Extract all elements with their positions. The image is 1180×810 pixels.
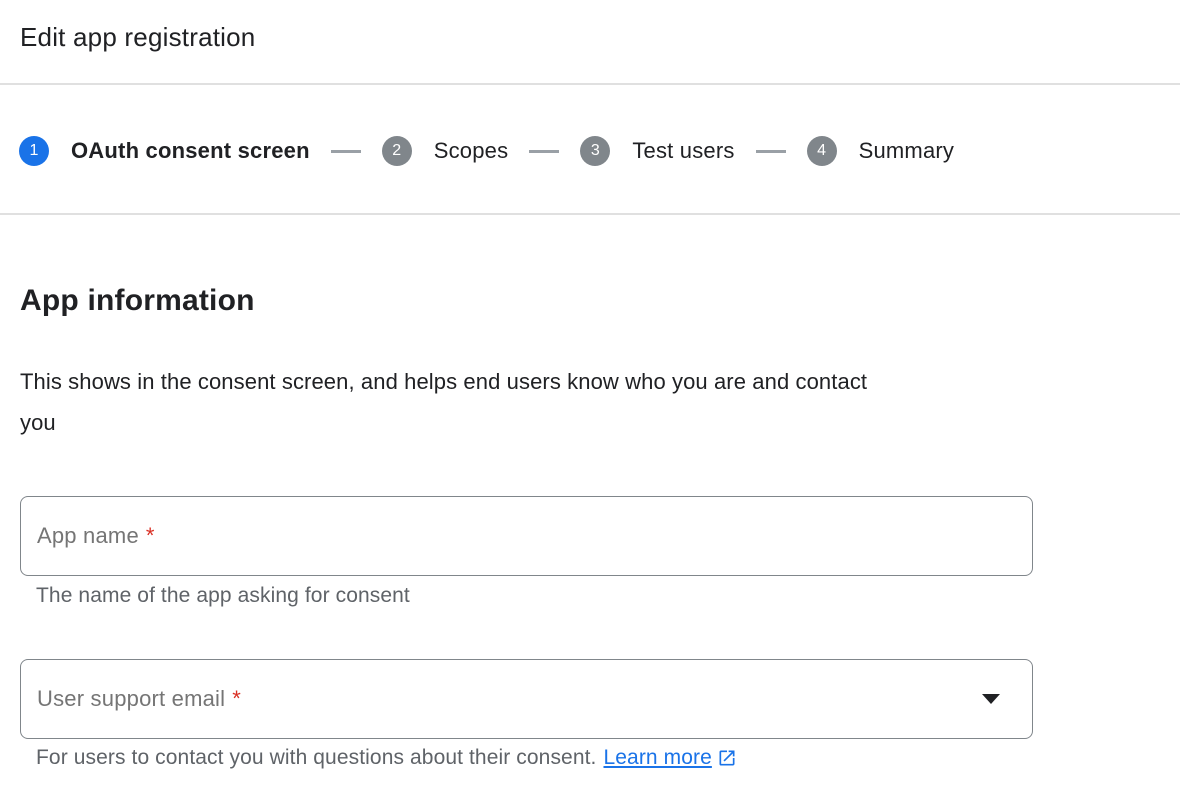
app-name-helper-text: The name of the app asking for consent bbox=[36, 584, 410, 608]
app-name-label: App name bbox=[37, 523, 139, 549]
dropdown-arrow-icon[interactable] bbox=[982, 694, 1000, 704]
section-description-line: This shows in the consent screen, and he… bbox=[20, 361, 867, 402]
required-asterisk: * bbox=[146, 523, 155, 549]
external-link-icon bbox=[717, 748, 737, 768]
user-support-email-select[interactable]: User support email * bbox=[20, 659, 1033, 739]
step-4-label: Summary bbox=[859, 138, 955, 164]
section-description: This shows in the consent screen, and he… bbox=[20, 361, 867, 443]
wizard-stepper: 1 OAuth consent screen 2 Scopes 3 Test u… bbox=[19, 135, 954, 167]
step-1-label: OAuth consent screen bbox=[71, 138, 310, 164]
step-3-label: Test users bbox=[632, 138, 734, 164]
app-name-input[interactable]: App name * bbox=[20, 496, 1033, 576]
step-summary[interactable]: 4 Summary bbox=[807, 136, 955, 166]
user-support-email-helper: For users to contact you with questions … bbox=[36, 746, 737, 770]
step-scopes[interactable]: 2 Scopes bbox=[382, 136, 509, 166]
step-3-circle: 3 bbox=[580, 136, 610, 166]
learn-more-link[interactable]: Learn more bbox=[603, 746, 711, 770]
section-heading: App information bbox=[20, 284, 255, 318]
user-support-email-helper-text: For users to contact you with questions … bbox=[36, 746, 596, 770]
step-connector bbox=[756, 150, 786, 153]
page-title: Edit app registration bbox=[20, 22, 255, 53]
step-test-users[interactable]: 3 Test users bbox=[580, 136, 734, 166]
step-1-circle: 1 bbox=[19, 136, 49, 166]
step-connector bbox=[331, 150, 361, 153]
edit-app-registration-page: Edit app registration 1 OAuth consent sc… bbox=[0, 0, 1180, 810]
step-2-label: Scopes bbox=[434, 138, 509, 164]
step-connector bbox=[529, 150, 559, 153]
required-asterisk: * bbox=[232, 686, 241, 712]
stepper-bottom-divider bbox=[0, 213, 1180, 215]
user-support-email-label: User support email bbox=[37, 686, 225, 712]
section-description-line: you bbox=[20, 402, 867, 443]
top-divider bbox=[0, 83, 1180, 85]
step-2-circle: 2 bbox=[382, 136, 412, 166]
step-4-circle: 4 bbox=[807, 136, 837, 166]
step-oauth-consent-screen[interactable]: 1 OAuth consent screen bbox=[19, 136, 310, 166]
